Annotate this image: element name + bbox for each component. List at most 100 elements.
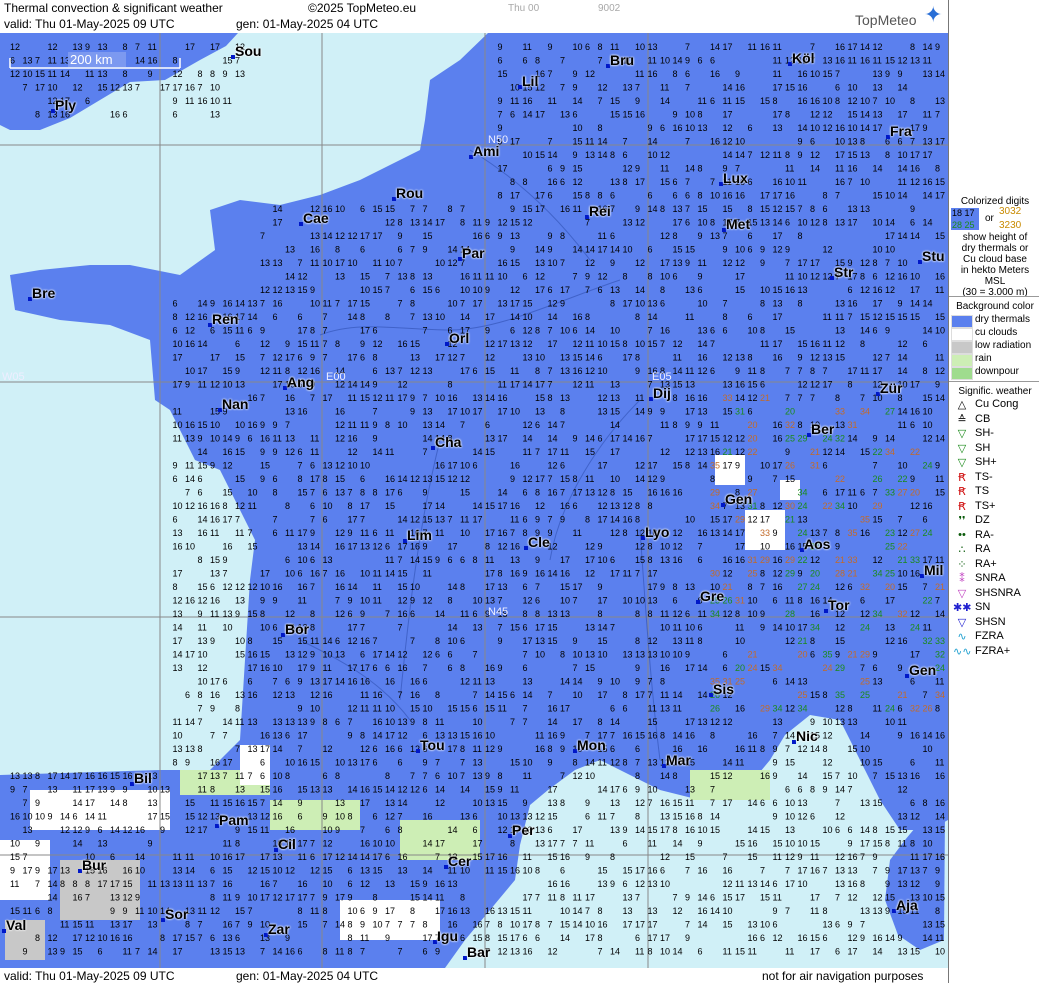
thermal-digit: 6: [835, 920, 840, 930]
thermal-digit: 8: [623, 272, 628, 282]
city-label[interactable]: Ami: [473, 143, 499, 159]
thermal-digit: 17: [635, 177, 645, 187]
city-label[interactable]: Mon: [577, 737, 606, 753]
thermal-digit: 14: [860, 326, 870, 336]
city-label[interactable]: Ber: [811, 421, 834, 437]
thermal-digit: 13: [235, 380, 245, 390]
city-label[interactable]: Bar: [467, 944, 490, 960]
thermal-digit: 6: [273, 312, 278, 322]
city-label[interactable]: Gen: [909, 662, 936, 678]
thermal-digit: 9: [573, 636, 578, 646]
city-label[interactable]: Lil: [522, 73, 538, 89]
city-label[interactable]: Aos: [804, 536, 830, 552]
city-label[interactable]: Ren: [212, 311, 238, 327]
city-label[interactable]: Bor: [285, 621, 309, 637]
thermal-digit: 16: [223, 299, 233, 309]
city-label[interactable]: Cae: [303, 210, 329, 226]
thermal-digit: 21: [785, 515, 795, 525]
city-label[interactable]: Cer: [448, 853, 471, 869]
thermal-digit: 12: [360, 879, 370, 889]
legend-wx-label: RA: [975, 543, 990, 555]
city-label[interactable]: Bil: [134, 770, 152, 786]
city-label[interactable]: Lux: [723, 170, 748, 186]
thermal-digit: 10: [560, 596, 570, 606]
city-label[interactable]: Met: [726, 216, 750, 232]
thermal-digit: 9: [773, 528, 778, 538]
thermal-digit: 13: [110, 920, 120, 930]
city-label[interactable]: Sis: [713, 681, 734, 697]
city-label[interactable]: Bru: [610, 52, 634, 68]
city-label[interactable]: Nan: [222, 396, 248, 412]
thermal-digit: 8: [635, 515, 640, 525]
city-label[interactable]: Lyo: [645, 524, 669, 540]
city-label[interactable]: Bre: [32, 285, 55, 301]
city-label[interactable]: Köl: [792, 50, 815, 66]
city-label[interactable]: Gen: [725, 491, 752, 507]
city-label[interactable]: Stu: [922, 248, 945, 264]
topmeteo-logo[interactable]: TopMeteo: [855, 12, 916, 28]
city-label[interactable]: Ply: [55, 97, 76, 113]
city-label[interactable]: Bur: [82, 857, 106, 873]
thermal-digit: 8: [323, 474, 328, 484]
city-label[interactable]: Cil: [278, 836, 296, 852]
thermal-digit: 16: [260, 731, 270, 741]
city-label[interactable]: Tor: [828, 597, 850, 613]
thermal-digit: 16: [148, 56, 158, 66]
city-label[interactable]: Gre: [700, 588, 724, 604]
city-label[interactable]: Dij: [653, 385, 671, 401]
city-label[interactable]: Tou: [420, 737, 445, 753]
city-label[interactable]: Lim: [407, 527, 432, 543]
city-label[interactable]: Mil: [924, 562, 943, 578]
thermal-digit: 17: [485, 312, 495, 322]
thermal-digit: 8: [598, 191, 603, 201]
city-label[interactable]: Aja: [896, 897, 918, 913]
thermal-digit: 8: [173, 56, 178, 66]
city-label[interactable]: Val: [6, 917, 26, 933]
map-area[interactable]: 12 12 13 9 13 8 7 11 17 17 12 9 11 9 10 6 8 11 10 13 7 14 17 11…: [0, 0, 948, 983]
city-label[interactable]: Sou: [235, 43, 261, 59]
thermal-digit: 15: [785, 326, 795, 336]
city-label[interactable]: Sor: [165, 906, 188, 922]
thermal-digit: 8: [60, 879, 65, 889]
thermal-digit: 17: [623, 353, 633, 363]
thermal-digit: 13: [73, 42, 83, 52]
thermal-digit: 14: [673, 690, 683, 700]
city-label[interactable]: Cle: [528, 534, 550, 550]
thermal-digit: 8: [660, 285, 665, 295]
city-label[interactable]: Str: [834, 264, 853, 280]
city-label[interactable]: Orl: [449, 330, 469, 346]
city-label[interactable]: Zar: [268, 921, 290, 937]
thermal-digit: 17: [148, 812, 158, 822]
thermal-digit: 17: [610, 434, 620, 444]
thermal-digit: 8: [260, 609, 265, 619]
thermal-digit: 17: [260, 893, 270, 903]
thermal-digit: 7: [323, 920, 328, 930]
city-label[interactable]: Rei: [589, 203, 611, 219]
thermal-digit: 34: [873, 569, 883, 579]
city-label[interactable]: Zür: [880, 380, 903, 396]
thermal-digit: 11: [748, 744, 757, 754]
thermal-digit: 16: [798, 933, 808, 943]
city-label[interactable]: Fra: [890, 123, 912, 139]
thermal-digit: 16: [223, 920, 233, 930]
city-label[interactable]: Par: [462, 245, 485, 261]
thermal-digit: 29: [785, 569, 795, 579]
city-label[interactable]: Rou: [396, 185, 423, 201]
thermal-digit: 6: [835, 825, 840, 835]
thermal-digit: 29: [785, 555, 795, 565]
city-label[interactable]: Cha: [435, 434, 461, 450]
city-label[interactable]: Mar: [666, 752, 691, 768]
thermal-digit: 8: [73, 879, 78, 889]
city-label[interactable]: Per: [512, 822, 535, 838]
thermal-digit: 7: [398, 366, 403, 376]
city-label[interactable]: Igu: [437, 928, 458, 944]
thermal-digit: 6: [623, 785, 628, 795]
thermal-digit: 9: [735, 366, 740, 376]
thermal-digit: 13: [285, 717, 295, 727]
city-label[interactable]: Pam: [219, 812, 249, 828]
city-label[interactable]: Nic: [796, 728, 818, 744]
city-label[interactable]: Ang: [287, 374, 314, 390]
thermal-digit: 15: [535, 150, 545, 160]
thermal-digit: 7: [498, 110, 503, 120]
thermal-digit: 17: [923, 150, 933, 160]
